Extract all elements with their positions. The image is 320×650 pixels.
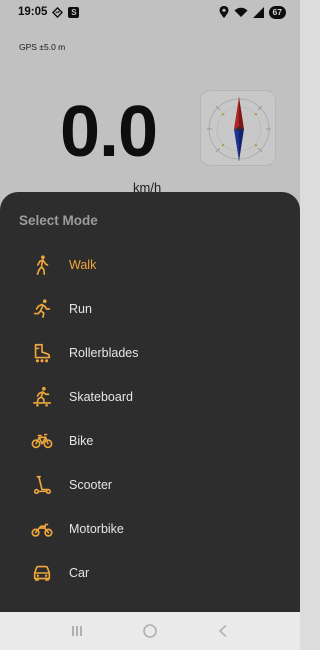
mode-label-walk: Walk: [69, 258, 97, 272]
skateboard-icon: [31, 386, 53, 408]
sheet-title: Select Mode: [19, 213, 98, 228]
mode-item-run[interactable]: Run: [0, 287, 300, 331]
mode-item-rollerblades[interactable]: Rollerblades: [0, 331, 300, 375]
car-icon: [31, 562, 53, 584]
mode-label-run: Run: [69, 302, 92, 316]
mode-item-bike[interactable]: Bike: [0, 419, 300, 463]
mode-item-scooter[interactable]: Scooter: [0, 463, 300, 507]
mode-item-car[interactable]: Car: [0, 551, 300, 595]
mode-label-skateboard: Skateboard: [69, 390, 133, 404]
mode-label-bike: Bike: [69, 434, 94, 448]
motorbike-icon: [31, 518, 53, 540]
mode-label-car: Car: [69, 566, 90, 580]
mode-label-scooter: Scooter: [69, 478, 113, 492]
walk-icon: [31, 254, 53, 276]
recents-icon[interactable]: [66, 620, 88, 642]
mode-label-motorbike: Motorbike: [69, 522, 124, 536]
mode-item-motorbike[interactable]: Motorbike: [0, 507, 300, 551]
navigation-bar: [0, 612, 300, 650]
bike-icon: [31, 430, 53, 452]
run-icon: [31, 298, 53, 320]
back-icon[interactable]: [212, 620, 234, 642]
rollerblade-icon: [31, 342, 53, 364]
mode-item-skateboard[interactable]: Skateboard: [0, 375, 300, 419]
home-icon[interactable]: [139, 620, 161, 642]
scooter-icon: [31, 474, 53, 496]
select-mode-sheet: Select Mode Walk Run Rollerblades Skateb…: [0, 192, 300, 612]
mode-list: Walk Run Rollerblades Skateboard Bike Sc…: [0, 243, 300, 595]
mode-item-walk[interactable]: Walk: [0, 243, 300, 287]
mode-label-rollerblades: Rollerblades: [69, 346, 139, 360]
